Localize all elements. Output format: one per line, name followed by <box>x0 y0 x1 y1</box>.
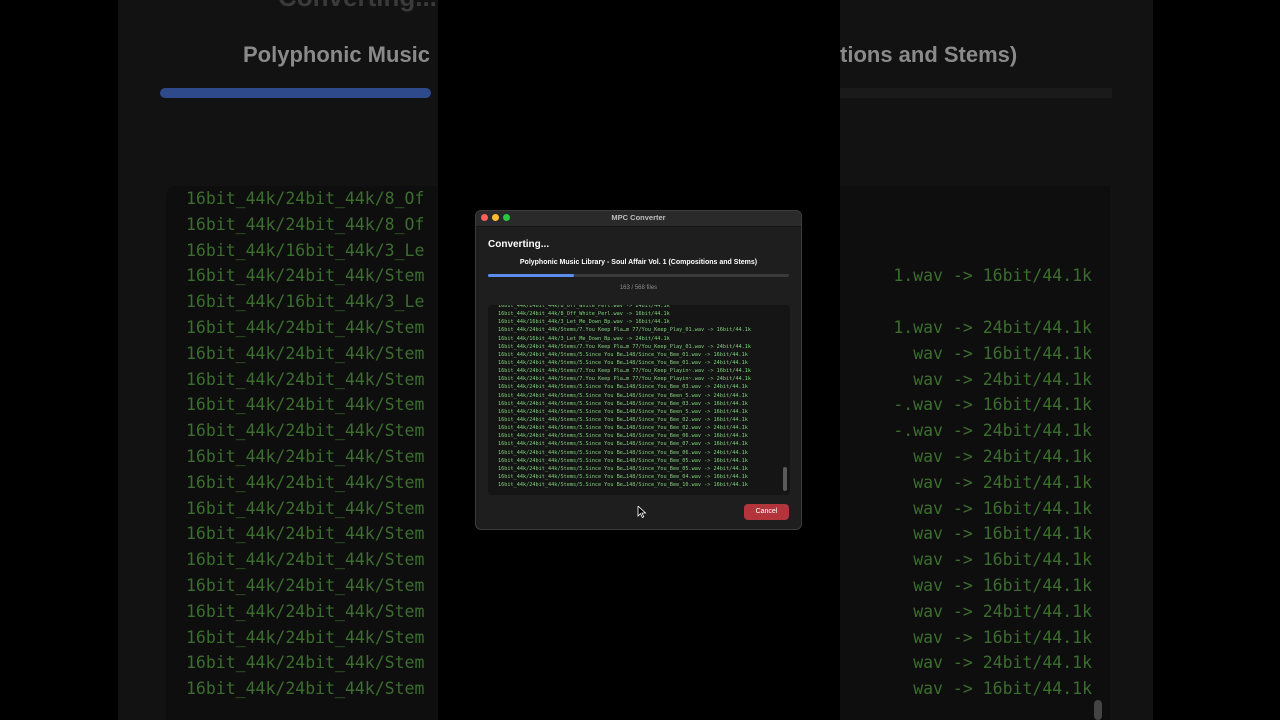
progress-bar <box>488 274 789 277</box>
background-log-line: wav -> 16bit/44.1k <box>913 627 1092 647</box>
background-status: Converting... <box>278 0 437 13</box>
background-right-pane: tions and Stems) 1.wav -> 16bit/44.1k 1.w… <box>840 0 1153 720</box>
background-log-line: 16bit_44k/24bit_44k/Stem <box>186 472 425 492</box>
background-log-line: 16bit_44k/24bit_44k/Stem <box>186 498 425 518</box>
background-log-line: 16bit_44k/24bit_44k/8_Of <box>186 214 425 234</box>
log-line: 16bit_44k/24bit_44k/Stems/5.Since You Be… <box>498 449 748 456</box>
log-line: 16bit_44k/24bit_44k/Stems/5.Since You Be… <box>498 400 748 407</box>
background-log-line: 16bit_44k/24bit_44k/Stem <box>186 395 425 415</box>
background-log-line <box>840 186 1110 212</box>
background-log-line: 16bit_44k/24bit_44k/Stem <box>186 369 425 389</box>
background-log-line: 16bit_44k/24bit_44k/Stem <box>186 575 425 595</box>
log-line: 16bit_44k/24bit_44k/Stems/5.Since You Be… <box>498 482 748 489</box>
background-log-line: -.wav -> 24bit/44.1k <box>893 421 1092 441</box>
log-line: 16bit_44k/24bit_44k/Stems/7.You Keep Pla… <box>498 368 751 375</box>
background-log-line: 16bit_44k/16bit_44k/3_Le <box>186 292 425 312</box>
log-line: 16bit_44k/24bit_44k/Stems/5.Since You Be… <box>498 392 748 399</box>
log-line: 16bit_44k/24bit_44k/Stems/5.Since You Be… <box>498 433 748 440</box>
background-log-line <box>840 212 1110 238</box>
background-log-line: wav -> 16bit/44.1k <box>913 343 1092 363</box>
log-line: 16bit_44k/24bit_44k/Stems/7.You Keep Pla… <box>498 327 751 334</box>
background-log-line: 16bit_44k/24bit_44k/Stem <box>186 627 425 647</box>
background-log-line: 16bit_44k/24bit_44k/Stem <box>186 601 425 621</box>
background-log-line: wav -> 24bit/44.1k <box>913 472 1092 492</box>
background-log-line: 16bit_44k/24bit_44k/Stem <box>186 446 425 466</box>
log-line: 16bit_44k/24bit_44k/Stems/7.You Keep Pla… <box>498 376 751 383</box>
converter-window: MPC Converter Converting... Polyphonic M… <box>475 210 802 530</box>
background-log-line: 16bit_44k/24bit_44k/8_Of <box>186 189 425 208</box>
background-log-line: wav -> 16bit/44.1k <box>913 498 1092 518</box>
background-log: 16bit_44k/24bit_44k/8_Of 16bit_44k/24bit_… <box>166 186 438 720</box>
status-heading: Converting... <box>488 239 550 250</box>
background-log-line: 16bit_44k/16bit_44k/3_Le <box>186 240 425 260</box>
background-scrollbar <box>1094 700 1102 720</box>
background-library-title: tions and Stems) <box>840 42 1018 67</box>
background-left-pane: Converting... Polyphonic Music 16bit_44k… <box>118 0 438 720</box>
background-log-line: 1.wav -> 16bit/44.1k <box>893 266 1092 286</box>
background-log-line: wav -> 24bit/44.1k <box>913 446 1092 466</box>
background-log-line <box>840 289 1110 315</box>
background-log: 1.wav -> 16bit/44.1k 1.wav -> 24bit/44.1k… <box>840 186 1110 720</box>
background-log-line: -.wav -> 16bit/44.1k <box>893 395 1092 415</box>
log-line: 16bit_44k/16bit_44k/3_Let_Me_Down_Bp.wav… <box>498 319 670 326</box>
window-title: MPC Converter <box>611 213 666 222</box>
log-line: 16bit_44k/24bit_44k/Stems/5.Since You Be… <box>498 425 748 432</box>
background-progress-track <box>840 88 1112 98</box>
cancel-button[interactable]: Cancel <box>744 504 789 520</box>
log-scrollbar[interactable] <box>783 467 787 491</box>
log-line: 16bit_44k/24bit_44k/8_Off_White_Perl.wav… <box>498 311 670 318</box>
log-line: 16bit_44k/24bit_44k/Stems/5.Since You Be… <box>498 359 748 366</box>
conversion-log[interactable]: 16bit_44k/24bit_44k/8_Off_White_Perl.wav… <box>488 305 790 495</box>
log-line: 16bit_44k/24bit_44k/Stems/7.You Keep Pla… <box>498 343 751 350</box>
background-log-line: wav -> 24bit/44.1k <box>913 653 1092 673</box>
background-log-line: 16bit_44k/24bit_44k/Stem <box>186 653 425 673</box>
background-log-line: 16bit_44k/24bit_44k/Stem <box>186 421 425 441</box>
mouse-pointer-icon <box>637 506 647 518</box>
background-log-line: 16bit_44k/24bit_44k/Stem <box>186 524 425 544</box>
log-line: 16bit_44k/24bit_44k/Stems/5.Since You Be… <box>498 416 748 423</box>
background-log-line: 16bit_44k/24bit_44k/Stem <box>186 343 425 363</box>
background-log-line: wav -> 16bit/44.1k <box>913 524 1092 544</box>
background-log-line: 16bit_44k/24bit_44k/Stem <box>186 317 425 337</box>
file-count: 163 / 568 files <box>619 285 658 291</box>
log-line: 16bit_44k/24bit_44k/Stems/5.Since You Be… <box>498 408 748 415</box>
log-line: 16bit_44k/24bit_44k/Stems/5.Since You Be… <box>498 384 748 391</box>
log-line: 16bit_44k/24bit_44k/Stems/5.Since You Be… <box>498 351 748 358</box>
background-log-line: 16bit_44k/24bit_44k/Stem <box>186 266 425 286</box>
background-log-line: wav -> 16bit/44.1k <box>913 575 1092 595</box>
background-progress-bar <box>160 88 431 98</box>
background-log-line: 16bit_44k/24bit_44k/Stem <box>186 679 425 699</box>
log-line: 16bit_44k/24bit_44k/Stems/5.Since You Be… <box>498 457 748 464</box>
background-log-line: wav -> 24bit/44.1k <box>913 369 1092 389</box>
log-line: 16bit_44k/24bit_44k/Stems/5.Since You Be… <box>498 441 748 448</box>
log-line: 16bit_44k/24bit_44k/Stems/5.Since You Be… <box>498 473 748 480</box>
log-lines: 16bit_44k/24bit_44k/8_Off_White_Perl.wav… <box>498 305 751 489</box>
background-library-title: Polyphonic Music <box>243 42 431 67</box>
background-log-line <box>840 238 1110 264</box>
background-log-line: wav -> 16bit/44.1k <box>913 679 1092 699</box>
background-log-line: 16bit_44k/24bit_44k/Stem <box>186 550 425 570</box>
log-line: 16bit_44k/24bit_44k/Stems/5.Since You Be… <box>498 465 748 472</box>
title-bar: MPC Converter <box>476 211 801 227</box>
background-log-line: wav -> 24bit/44.1k <box>913 601 1092 621</box>
progress-fill <box>488 274 575 277</box>
library-title: Polyphonic Music Library - Soul Affair V… <box>519 259 758 266</box>
log-line: 16bit_44k/16bit_44k/3_Let_Me_Down_Bp.wav… <box>498 335 670 342</box>
background-log-line: 1.wav -> 24bit/44.1k <box>893 317 1092 337</box>
background-log-line: wav -> 16bit/44.1k <box>913 550 1092 570</box>
